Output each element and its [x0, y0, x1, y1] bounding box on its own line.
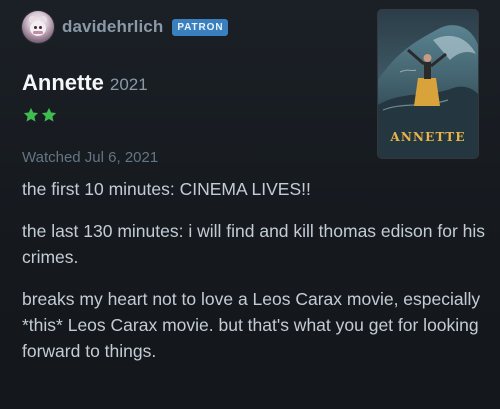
avatar[interactable] [22, 11, 54, 43]
author-row: davidehrlich PATRON [22, 10, 229, 44]
patron-badge: PATRON [172, 18, 229, 36]
username-link[interactable]: davidehrlich [62, 17, 163, 37]
star-rating [22, 106, 58, 124]
review-paragraph: the first 10 minutes: CINEMA LIVES!! [22, 179, 311, 199]
star-icon [23, 107, 39, 122]
review-body: the first 10 minutes: CINEMA LIVES!! the… [22, 176, 492, 380]
poster-title: ANNETTE [390, 130, 466, 144]
review-paragraph: the last 130 minutes: i will find and ki… [22, 221, 486, 267]
star-icon [41, 107, 57, 122]
film-poster[interactable]: ANNETTE [378, 10, 478, 158]
review-card: davidehrlich PATRON Annette 2021 Watched… [0, 0, 500, 409]
film-title-link[interactable]: Annette [22, 70, 104, 96]
watched-date: Watched Jul 6, 2021 [22, 149, 159, 166]
film-year-link[interactable]: 2021 [110, 75, 148, 95]
review-paragraph: breaks my heart not to love a Leos Carax… [22, 289, 481, 361]
film-heading: Annette 2021 [22, 70, 148, 96]
